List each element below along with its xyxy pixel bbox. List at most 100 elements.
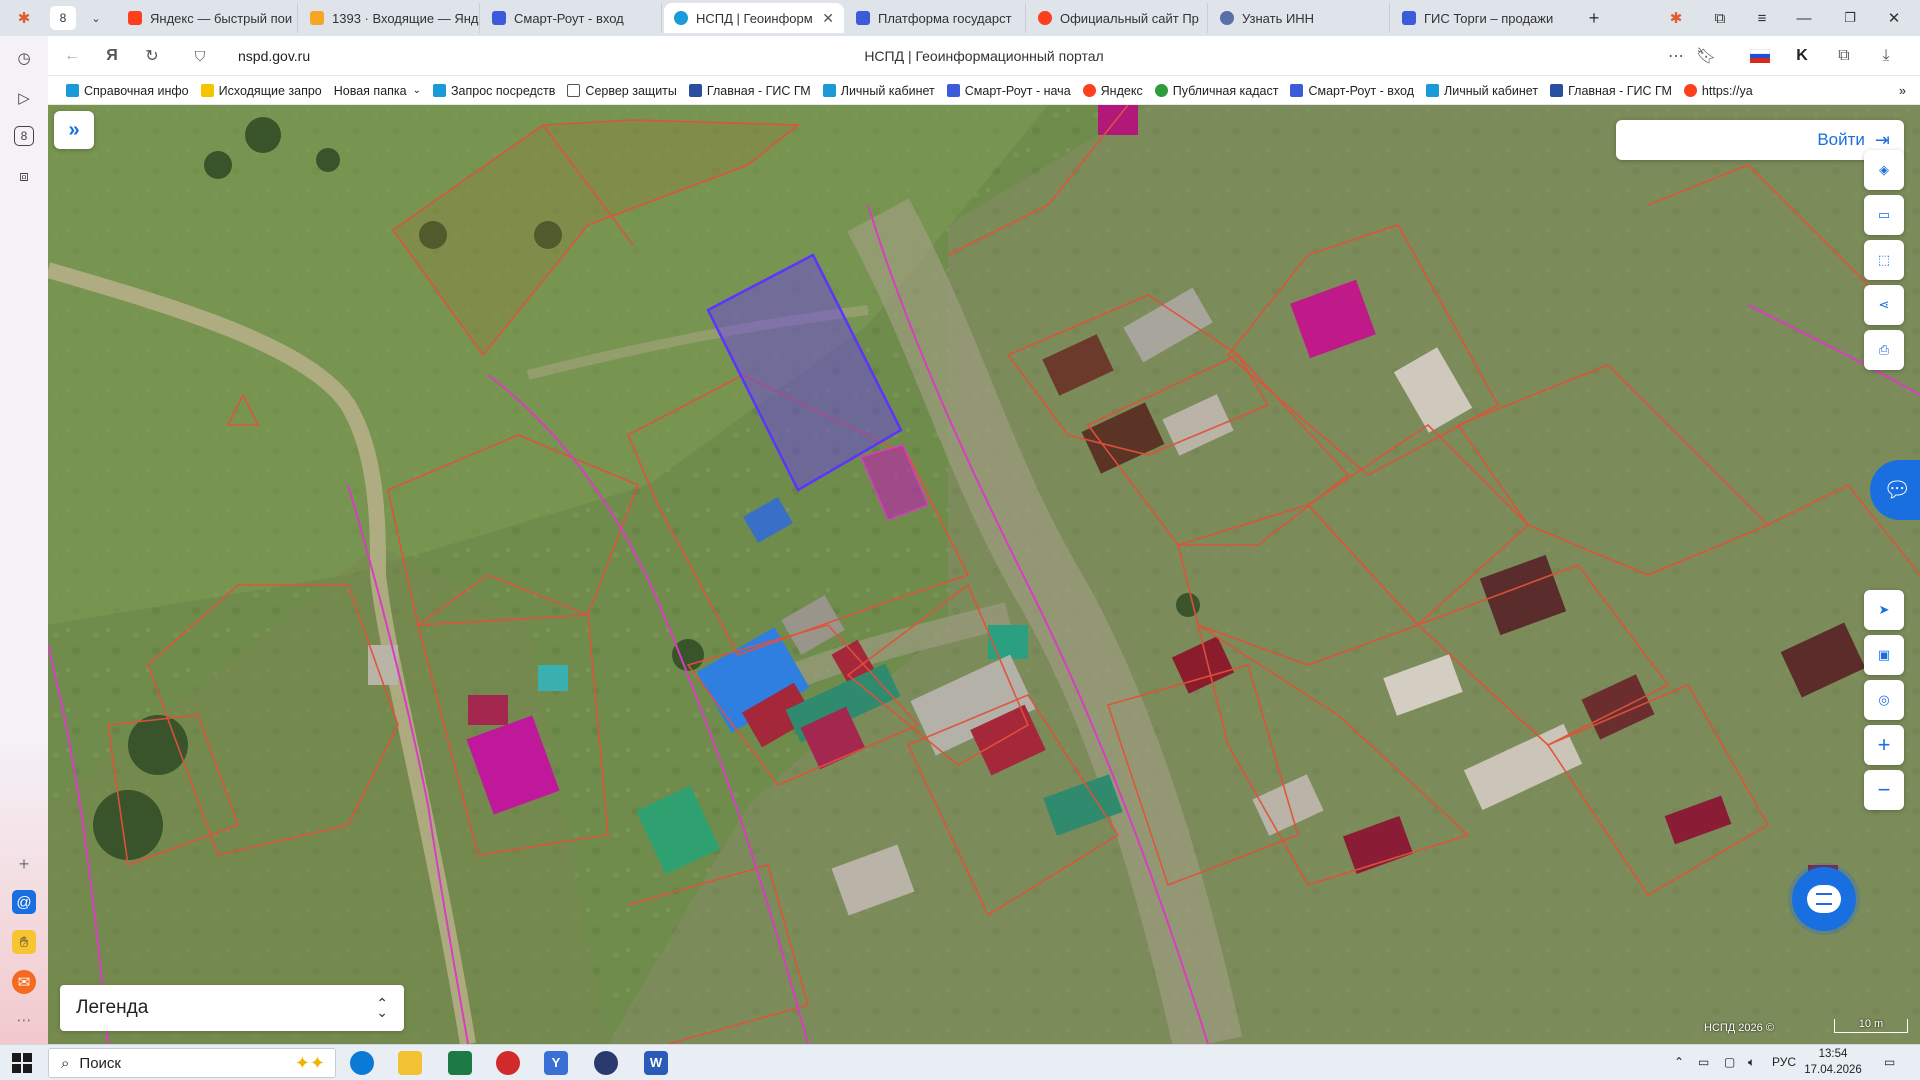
chat-lines-icon bbox=[1816, 893, 1832, 905]
search-icon: ⌕ bbox=[61, 1054, 70, 1072]
tray-chevron-up-icon[interactable]: ⌃ bbox=[1674, 1055, 1684, 1069]
russia-flag-icon[interactable] bbox=[1748, 44, 1772, 68]
bookmark-item[interactable]: Личный кабинет bbox=[1422, 84, 1542, 98]
back-arrow-icon[interactable]: ← bbox=[60, 44, 84, 68]
minimap-button[interactable]: ▣ bbox=[1864, 635, 1904, 675]
zoom-in-button[interactable]: + bbox=[1864, 725, 1904, 765]
bookmark-item[interactable]: Главная - ГИС ГМ bbox=[685, 84, 815, 98]
file-explorer-icon[interactable] bbox=[398, 1051, 422, 1075]
bookmark-item[interactable]: Смарт-Роут - нача bbox=[943, 84, 1075, 98]
windows-start-icon[interactable] bbox=[12, 1053, 32, 1073]
bookmark-item[interactable]: Яндекс bbox=[1079, 84, 1147, 98]
more-dots-icon[interactable]: ⋯ bbox=[1664, 44, 1688, 68]
screenshot-icon[interactable]: ⧈ bbox=[12, 164, 36, 188]
login-button[interactable]: Войти ⇥ bbox=[1616, 120, 1904, 160]
add-panel-icon[interactable]: + bbox=[12, 852, 36, 876]
collections-icon[interactable]: ⧉ bbox=[1706, 6, 1734, 30]
play-icon[interactable]: ▷ bbox=[12, 86, 36, 110]
bookmark-item[interactable]: Публичная кадаст bbox=[1151, 84, 1283, 98]
mail-envelope-icon[interactable]: ✉ bbox=[12, 970, 36, 994]
tab-list-chevron-icon[interactable]: ⌄ bbox=[82, 6, 110, 30]
layers-button[interactable]: ◈ bbox=[1864, 150, 1904, 190]
tab-counter[interactable]: 8 bbox=[50, 6, 76, 30]
bookmark-folder[interactable]: Новая папка ⌄ bbox=[330, 84, 425, 98]
app-red-icon[interactable] bbox=[496, 1051, 520, 1075]
word-icon[interactable]: W bbox=[644, 1051, 668, 1075]
language-indicator[interactable]: РУС bbox=[1772, 1055, 1796, 1069]
site-info-shield-icon[interactable]: ⛉ bbox=[188, 44, 212, 68]
tray-display-icon[interactable]: ▢ bbox=[1724, 1055, 1735, 1069]
map-viewport[interactable]: » Войти ⇥ ◈ ▭ ⬚ ⋖ ⎙ 💬︎ ➤ ▣ ◎ + − Легенда… bbox=[48, 105, 1920, 1044]
yandex-icon bbox=[1082, 84, 1096, 97]
hand-icon[interactable]: ✋︎ bbox=[12, 930, 36, 954]
geolocation-button[interactable]: ◎ bbox=[1864, 680, 1904, 720]
taskbar-clock[interactable]: 13:54 17.04.2026 bbox=[1803, 1046, 1863, 1078]
restore-icon[interactable]: ❐ bbox=[1836, 6, 1864, 30]
edge-icon[interactable] bbox=[350, 1051, 374, 1075]
tabs-count-icon[interactable]: 8 bbox=[14, 126, 34, 146]
address-bar-url[interactable]: nspd.gov.ru bbox=[238, 48, 310, 64]
bookmark-icon[interactable]: 🔖︎ bbox=[1694, 44, 1718, 68]
app-circle-icon[interactable] bbox=[594, 1051, 618, 1075]
bookmark-item[interactable]: Исходящие запро bbox=[197, 84, 326, 98]
tab-nspd[interactable]: НСПД | Геоинформ ✕ bbox=[664, 3, 844, 33]
print-button[interactable]: ⎙ bbox=[1864, 330, 1904, 370]
expand-panel-button[interactable]: » bbox=[54, 111, 94, 149]
ruler-icon: ▭ bbox=[1877, 207, 1891, 222]
tray-network-icon[interactable]: ▭ bbox=[1698, 1055, 1709, 1069]
ruler-button[interactable]: ▭ bbox=[1864, 195, 1904, 235]
tab-gis-torgi[interactable]: ГИС Торги – продажи bbox=[1392, 3, 1572, 33]
tab-official-site[interactable]: Официальный сайт Пр bbox=[1028, 3, 1208, 33]
share-icon: ⋖ bbox=[1878, 297, 1890, 312]
yandex-logo-icon[interactable]: Я bbox=[100, 44, 124, 68]
history-icon[interactable]: ◷ bbox=[12, 46, 36, 70]
mail-at-icon[interactable]: @ bbox=[12, 890, 36, 914]
minimize-icon[interactable]: — bbox=[1790, 6, 1818, 30]
tab-smart-route[interactable]: Смарт-Роут - вход bbox=[482, 3, 662, 33]
menu-icon[interactable]: ≡ bbox=[1748, 6, 1776, 30]
downloads-icon[interactable]: ⤓ bbox=[1874, 44, 1898, 68]
chat-button[interactable] bbox=[1792, 867, 1856, 931]
bookmark-item[interactable]: Личный кабинет bbox=[819, 84, 939, 98]
notification-icon[interactable]: ▭ bbox=[1884, 1055, 1895, 1069]
tab-inn[interactable]: Узнать ИНН bbox=[1210, 3, 1390, 33]
close-tab-icon[interactable]: ✕ bbox=[814, 10, 834, 27]
tab-gov-platform[interactable]: Платформа государст bbox=[846, 3, 1026, 33]
browser-tab-strip: ✱ 8 ⌄ Яндекс — быстрый пои 1393 · Входящ… bbox=[0, 0, 1920, 36]
tax-icon bbox=[1220, 11, 1234, 25]
more-dots-icon[interactable]: ⋯ bbox=[12, 1008, 36, 1032]
tab-yandex[interactable]: Яндекс — быстрый пои bbox=[118, 3, 298, 33]
tray-volume-icon[interactable]: 🔈︎ bbox=[1748, 1055, 1755, 1070]
bookmark-item[interactable]: Главная - ГИС ГМ bbox=[1546, 84, 1676, 98]
reload-icon[interactable]: ↻ bbox=[140, 44, 164, 68]
new-tab-plus-icon[interactable]: + bbox=[1580, 6, 1608, 30]
tab-mail[interactable]: 1393 · Входящие — Янд bbox=[300, 3, 480, 33]
bookmarks-overflow-icon[interactable]: » bbox=[1895, 84, 1920, 98]
locate-button[interactable]: ➤ bbox=[1864, 590, 1904, 630]
legend-panel[interactable]: Легенда ⌃ ⌄ bbox=[60, 985, 404, 1031]
minus-icon: − bbox=[1877, 777, 1891, 802]
bookmark-item[interactable]: Справочная инфо bbox=[62, 84, 193, 98]
alice-icon[interactable]: ✱ bbox=[1662, 6, 1690, 30]
bookmark-item[interactable]: Смарт-Роут - вход bbox=[1286, 84, 1418, 98]
sparkle-icon: ✦✦ bbox=[294, 1052, 325, 1073]
area-select-button[interactable]: ⬚ bbox=[1864, 240, 1904, 280]
close-window-icon[interactable]: ✕ bbox=[1880, 6, 1908, 30]
folder-icon bbox=[200, 84, 214, 97]
bookmark-item[interactable]: https://ya bbox=[1680, 84, 1757, 98]
windows-taskbar: ⌕ Поиск ✦✦ Y W ⌃ ▭ ▢ 🔈︎ РУС 13:54 17.04.… bbox=[0, 1044, 1920, 1080]
extensions-icon[interactable]: ⧉ bbox=[1832, 44, 1856, 68]
bookmark-item[interactable]: Сервер защиты bbox=[563, 84, 680, 98]
torgi-icon bbox=[1402, 11, 1416, 25]
extension-k-icon[interactable]: K bbox=[1790, 44, 1814, 68]
bookmark-item[interactable]: Запрос посредств bbox=[429, 84, 559, 98]
zoom-out-button[interactable]: − bbox=[1864, 770, 1904, 810]
bookmark-favicon-icon bbox=[946, 84, 960, 97]
browser-menu-icon[interactable]: ✱ bbox=[10, 6, 38, 30]
excel-icon[interactable] bbox=[448, 1051, 472, 1075]
share-button[interactable]: ⋖ bbox=[1864, 285, 1904, 325]
assistant-chat-icon: 💬︎ bbox=[1883, 477, 1911, 502]
yandex-browser-icon[interactable]: Y bbox=[544, 1051, 568, 1075]
printer-icon: ⎙ bbox=[1878, 342, 1890, 357]
taskbar-search[interactable]: ⌕ Поиск ✦✦ bbox=[48, 1048, 336, 1078]
